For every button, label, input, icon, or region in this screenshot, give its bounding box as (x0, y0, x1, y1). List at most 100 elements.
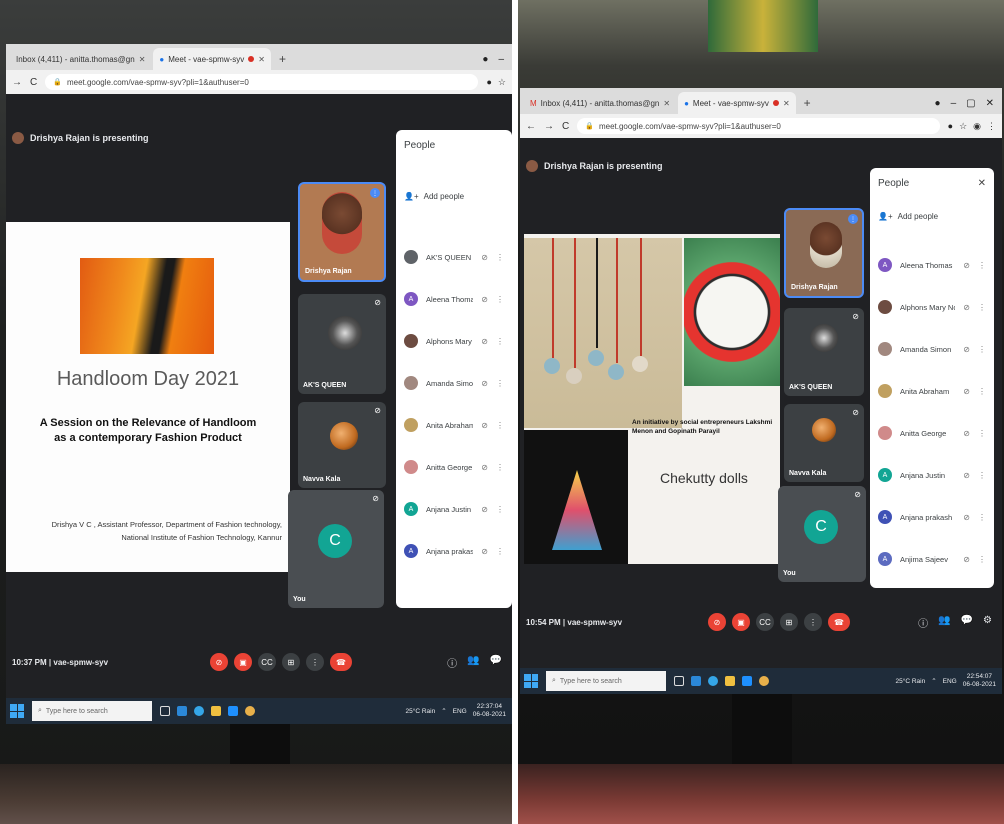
minimize-icon[interactable]: – (498, 54, 504, 65)
language-indicator[interactable]: ENG (943, 678, 957, 685)
profile-icon[interactable]: ● (482, 54, 488, 65)
tab-meet[interactable]: ● Meet - vae-spmw-syv ✕ (678, 92, 796, 114)
video-tile-aks-queen[interactable]: ⊘ AK'S QUEEN (298, 294, 386, 394)
file-explorer-icon[interactable] (725, 676, 735, 686)
forward-icon[interactable]: → (12, 77, 22, 88)
mic-off-button[interactable]: ⊘ (210, 653, 228, 671)
end-call-button[interactable]: ☎ (330, 653, 352, 671)
end-call-button[interactable]: ☎ (828, 613, 850, 631)
maximize-icon[interactable]: ▢ (966, 98, 975, 109)
close-icon[interactable]: ✕ (663, 99, 670, 108)
participant-row[interactable]: A Anjima Sajeev ⊘ ⋮ (870, 538, 994, 580)
more-icon[interactable]: ⋮ (978, 555, 986, 564)
forward-icon[interactable]: → (544, 121, 554, 132)
more-icon[interactable]: ⋮ (496, 253, 504, 262)
camera-off-button[interactable]: ▣ (732, 613, 750, 631)
more-icon[interactable]: ⋮ (496, 421, 504, 430)
taskbar-search[interactable]: ⌕ Type here to search (32, 701, 152, 721)
close-panel-icon[interactable]: ✕ (978, 178, 986, 189)
taskbar-search[interactable]: ⌕ Type here to search (546, 671, 666, 691)
language-indicator[interactable]: ENG (453, 708, 467, 715)
captions-button[interactable]: CC (258, 653, 276, 671)
more-icon[interactable]: ⋮ (978, 429, 986, 438)
more-icon[interactable]: ⋮ (978, 345, 986, 354)
star-icon[interactable]: ☆ (959, 121, 967, 132)
participant-row[interactable]: A Anjana prakash ⊘ ⋮ (870, 496, 994, 538)
people-icon[interactable]: 👥 (467, 655, 479, 670)
weather-text[interactable]: 25°C Rain (406, 708, 436, 715)
participant-row[interactable]: A Anjana Justin ⊘ ⋮ (870, 454, 994, 496)
more-icon[interactable]: ⋮ (978, 471, 986, 480)
participant-row[interactable]: A Aleena Thomas ⊘ ⋮ (396, 278, 512, 320)
more-icon[interactable]: ⋮ (978, 303, 986, 312)
video-tile-drishya[interactable]: ⋮ Drishya Rajan (784, 208, 864, 298)
menu-icon[interactable]: ⋮ (987, 121, 996, 132)
participant-row[interactable]: Amanda Simon ⊘ ⋮ (870, 328, 994, 370)
participant-row[interactable]: Anita Abraham ⊘ ⋮ (870, 370, 994, 412)
mail-icon[interactable] (742, 676, 752, 686)
participant-row[interactable]: Alphons Mary Noby ⊘ ⋮ (396, 320, 512, 362)
new-tab-button[interactable]: + (798, 92, 817, 114)
add-people-button[interactable]: 👤+ Add people (404, 192, 464, 201)
chat-icon[interactable]: 💬 (490, 655, 502, 670)
back-icon[interactable]: ← (526, 121, 536, 132)
edge-icon[interactable] (708, 676, 718, 686)
present-button[interactable]: ⊞ (780, 613, 798, 631)
reload-icon[interactable]: C (30, 77, 37, 88)
close-window-icon[interactable]: ✕ (986, 98, 994, 109)
store-icon[interactable] (177, 706, 187, 716)
more-icon[interactable]: ⋮ (496, 337, 504, 346)
video-tile-navva-kala[interactable]: ⊘ Navva Kala (784, 404, 864, 482)
star-icon[interactable]: ☆ (498, 77, 506, 88)
participant-row[interactable]: Amanda Simon ⊘ ⋮ (396, 362, 512, 404)
profile-icon[interactable]: ◉ (973, 121, 981, 132)
task-view-icon[interactable] (160, 706, 170, 716)
more-icon[interactable]: ⋮ (496, 379, 504, 388)
more-icon[interactable]: ⋮ (978, 513, 986, 522)
participant-row[interactable]: A Aleena Thomas ⊘ ⋮ (870, 244, 994, 286)
participant-row[interactable]: Anitta George ⊘ ⋮ (396, 446, 512, 488)
taskbar-clock[interactable]: 22:37:04 06-08-2021 (473, 703, 506, 719)
info-icon[interactable]: ⓘ (447, 655, 457, 670)
weather-text[interactable]: 25°C Rain (896, 678, 926, 685)
record-icon[interactable]: ● (948, 121, 953, 132)
video-tile-drishya[interactable]: ⋮ Drishya Rajan (298, 182, 386, 282)
close-icon[interactable]: ✕ (783, 99, 790, 108)
chat-icon[interactable]: 💬 (961, 615, 973, 630)
more-icon[interactable]: ⋮ (978, 387, 986, 396)
participant-row[interactable]: A Anjana prakash ⊘ ⋮ (396, 530, 512, 572)
store-icon[interactable] (691, 676, 701, 686)
new-tab-button[interactable]: + (273, 48, 292, 70)
info-icon[interactable]: ⓘ (918, 615, 928, 630)
video-tile-navva-kala[interactable]: ⊘ Navva Kala (298, 402, 386, 488)
present-button[interactable]: ⊞ (282, 653, 300, 671)
add-people-button[interactable]: 👤+ Add people (878, 212, 938, 221)
network-icon[interactable]: ⌃ (931, 677, 936, 685)
url-field[interactable]: 🔒 meet.google.com/vae-spmw-syv?pli=1&aut… (45, 74, 479, 90)
chrome-icon[interactable] (759, 676, 769, 686)
minimize-icon[interactable]: – (951, 98, 957, 109)
mail-icon[interactable] (228, 706, 238, 716)
file-explorer-icon[interactable] (211, 706, 221, 716)
more-options-button[interactable]: ⋮ (804, 613, 822, 631)
windows-start-icon[interactable] (524, 674, 538, 688)
video-tile-you[interactable]: C ⊘ You (288, 490, 384, 608)
more-icon[interactable]: ⋮ (496, 547, 504, 556)
record-icon[interactable]: ● (486, 77, 491, 88)
reload-icon[interactable]: C (562, 121, 569, 132)
chrome-icon[interactable] (245, 706, 255, 716)
participant-row[interactable]: AK'S QUEEN ⊘ ⋮ (396, 236, 512, 278)
participant-row[interactable]: A Anjana Justin ⊘ ⋮ (396, 488, 512, 530)
profile-icon[interactable]: ● (935, 98, 941, 109)
edge-icon[interactable] (194, 706, 204, 716)
tab-inbox[interactable]: M Inbox (4,411) - anitta.thomas@gn ✕ (524, 92, 676, 114)
camera-off-button[interactable]: ▣ (234, 653, 252, 671)
participant-row[interactable]: Anitta George ⊘ ⋮ (870, 412, 994, 454)
more-icon[interactable]: ⋮ (978, 261, 986, 270)
participant-row[interactable]: Anita Abraham ⊘ ⋮ (396, 404, 512, 446)
close-icon[interactable]: ✕ (139, 55, 146, 64)
more-icon[interactable]: ⋮ (496, 463, 504, 472)
tab-inbox[interactable]: Inbox (4,411) - anitta.thomas@gn ✕ (10, 48, 151, 70)
close-icon[interactable]: ✕ (258, 55, 265, 64)
video-tile-you[interactable]: C ⊘ You (778, 486, 866, 582)
